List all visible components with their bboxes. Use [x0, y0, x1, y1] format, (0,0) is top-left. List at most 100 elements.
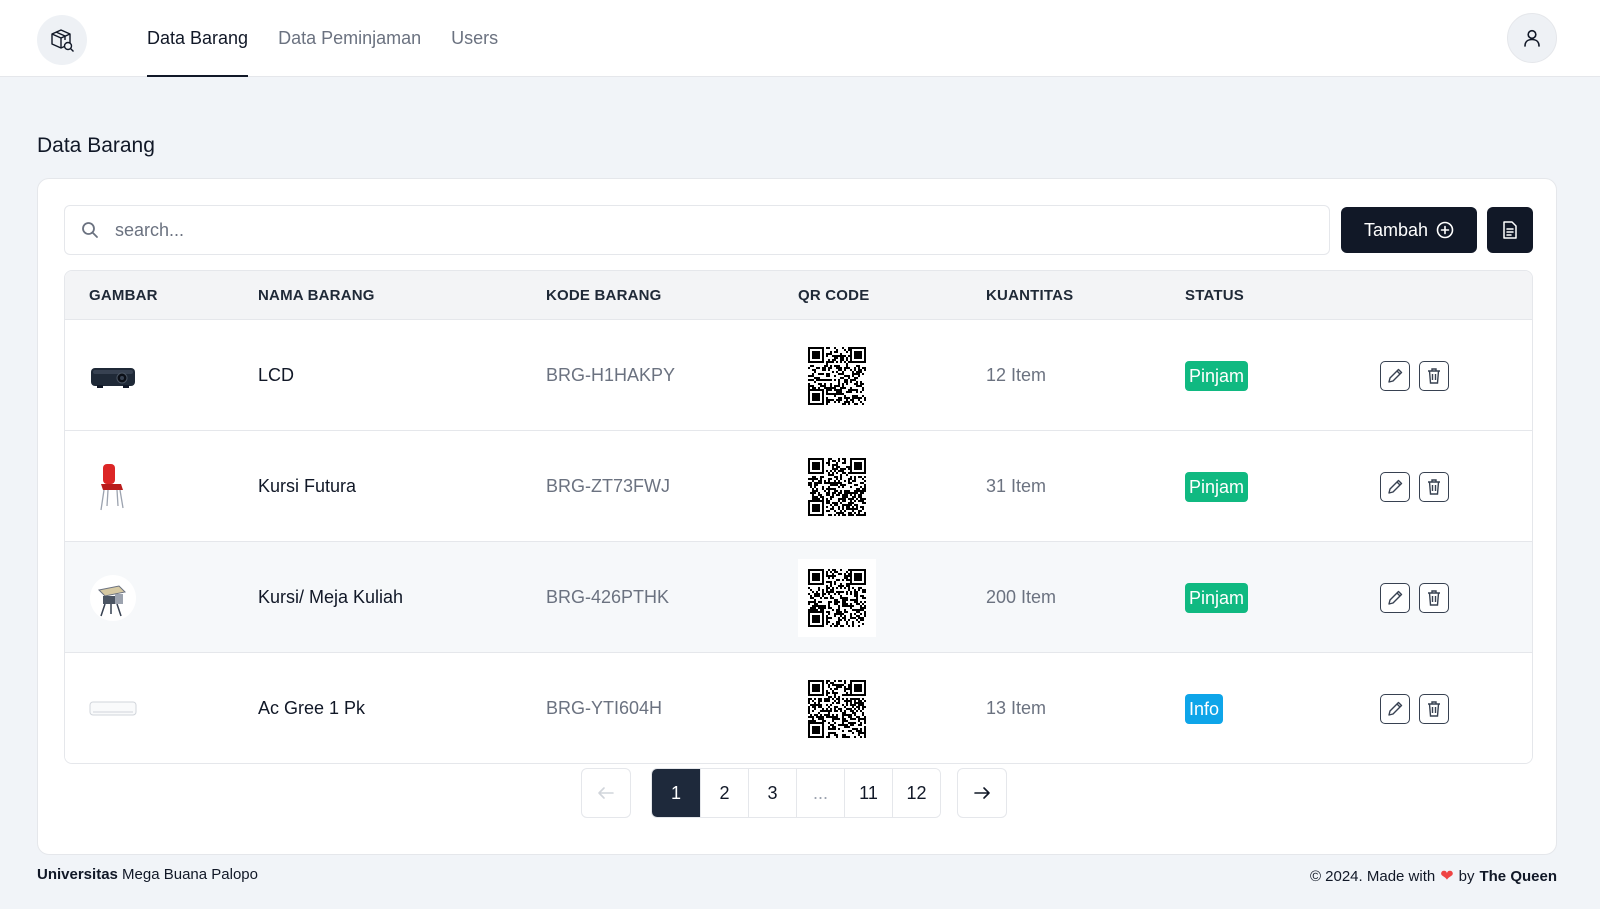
edit-button[interactable] — [1380, 693, 1410, 724]
item-quantity: 12 Item — [986, 365, 1047, 385]
air-conditioner-image — [89, 701, 137, 715]
qr-code-image — [808, 346, 866, 405]
pencil-icon — [1388, 590, 1403, 605]
trash-icon — [1428, 700, 1440, 717]
pencil-icon — [1388, 368, 1403, 383]
page-button-2[interactable]: 2 — [700, 769, 748, 817]
item-name: LCD — [258, 365, 295, 385]
page-button-11[interactable]: 11 — [844, 769, 892, 817]
item-status: Pinjam — [1185, 431, 1249, 542]
table-row: Kursi Futura BRG-ZT73FWJ 31 Item Pinjam — [65, 431, 1532, 542]
item-status: Pinjam — [1185, 542, 1249, 653]
export-report-button[interactable] — [1487, 207, 1533, 253]
items-table: GAMBAR NAMA BARANG KODE BARANG QR CODE K… — [64, 270, 1533, 764]
add-item-button[interactable]: Tambah — [1341, 207, 1477, 253]
add-item-label: Tambah — [1363, 219, 1429, 240]
trash-icon — [1428, 589, 1440, 606]
pencil-icon — [1388, 479, 1403, 494]
row-actions — [1380, 320, 1449, 431]
item-code: BRG-ZT73FWJ — [546, 476, 670, 496]
delete-button[interactable] — [1419, 471, 1449, 502]
row-actions — [1380, 431, 1449, 542]
page-ellipsis: ... — [796, 769, 844, 817]
status-badge: Info — [1185, 693, 1224, 724]
heart-icon: ❤ — [1440, 868, 1454, 885]
item-code: BRG-H1HAKPY — [546, 365, 676, 385]
page-button-3[interactable]: 3 — [748, 769, 796, 817]
item-image — [89, 431, 137, 542]
page-title: Data Barang — [37, 134, 155, 157]
item-quantity: 31 Item — [986, 476, 1047, 496]
col-status: STATUS — [1185, 287, 1244, 304]
item-code: BRG-YTI604H — [546, 698, 663, 718]
table-row: LCD BRG-H1HAKPY 12 Item Pinjam — [65, 320, 1532, 431]
page-numbers: 1 2 3 ... 11 12 — [651, 768, 941, 818]
item-name: Kursi Futura — [258, 476, 357, 496]
projector-image — [91, 367, 135, 388]
arrow-right-icon — [974, 787, 990, 799]
status-badge: Pinjam — [1185, 360, 1249, 391]
table-header: GAMBAR NAMA BARANG KODE BARANG QR CODE K… — [65, 271, 1532, 320]
footer-by: by — [1458, 867, 1475, 885]
col-kode-barang: KODE BARANG — [546, 287, 662, 304]
delete-button[interactable] — [1419, 693, 1449, 724]
item-quantity: 200 Item — [986, 587, 1057, 607]
arrow-left-icon — [598, 787, 614, 799]
col-kuantitas: KUANTITAS — [986, 287, 1074, 304]
nav-data-peminjaman[interactable]: Data Peminjaman — [278, 0, 421, 77]
status-badge: Pinjam — [1185, 471, 1249, 502]
app-logo[interactable] — [37, 15, 87, 65]
page-button-1[interactable]: 1 — [652, 769, 700, 817]
nav-data-barang[interactable]: Data Barang — [147, 0, 249, 77]
item-qr — [798, 653, 876, 763]
col-gambar: GAMBAR — [89, 287, 158, 304]
item-qr — [798, 320, 876, 431]
status-badge: Pinjam — [1185, 582, 1249, 613]
pagination: 1 2 3 ... 11 12 — [38, 768, 1558, 818]
item-qr — [798, 542, 876, 653]
search-icon — [82, 222, 98, 238]
plus-circle-icon — [1436, 221, 1454, 239]
items-card: Tambah GAMBAR NAMA BARANG KODE BARANG QR… — [37, 178, 1557, 855]
qr-code-image — [808, 679, 866, 738]
col-qr-code: QR CODE — [798, 287, 870, 304]
row-actions — [1380, 653, 1449, 763]
trash-icon — [1428, 367, 1440, 384]
item-name: Kursi/ Meja Kuliah — [258, 587, 404, 607]
delete-button[interactable] — [1419, 582, 1449, 613]
next-page-button[interactable] — [957, 768, 1007, 818]
qr-code-image — [808, 457, 866, 516]
item-code: BRG-426PTHK — [546, 587, 670, 607]
top-navbar: Data Barang Data Peminjaman Users — [0, 0, 1600, 77]
user-icon — [1524, 29, 1540, 47]
table-row: Ac Gree 1 Pk BRG-YTI604H 13 Item Info — [65, 653, 1532, 763]
document-icon — [1503, 221, 1517, 239]
edit-button[interactable] — [1380, 471, 1410, 502]
search-box — [64, 205, 1330, 255]
edit-button[interactable] — [1380, 582, 1410, 613]
table-row: Kursi/ Meja Kuliah BRG-426PTHK 200 Item … — [65, 542, 1532, 653]
item-image — [89, 320, 137, 431]
red-chair-image — [100, 463, 124, 510]
qr-code-image — [808, 568, 866, 627]
footer-university-rest: Mega Buana Palopo — [122, 866, 258, 883]
pencil-icon — [1388, 701, 1403, 716]
item-name: Ac Gree 1 Pk — [258, 698, 366, 718]
footer-author: The Queen — [1479, 867, 1557, 885]
user-menu-button[interactable] — [1507, 13, 1557, 63]
footer-credit: © 2024. Made with ❤ by The Queen — [1310, 866, 1557, 886]
item-status: Info — [1185, 653, 1224, 763]
delete-button[interactable] — [1419, 360, 1449, 391]
item-status: Pinjam — [1185, 320, 1249, 431]
item-image — [89, 542, 137, 653]
search-input[interactable] — [115, 206, 1315, 254]
col-nama-barang: NAMA BARANG — [258, 287, 375, 304]
nav-users[interactable]: Users — [451, 0, 498, 77]
edit-button[interactable] — [1380, 360, 1410, 391]
page-button-12[interactable]: 12 — [892, 769, 940, 817]
box-search-icon — [51, 29, 74, 52]
item-quantity: 13 Item — [986, 698, 1047, 718]
footer-copyright: © 2024. Made with — [1309, 867, 1436, 885]
item-image — [89, 653, 137, 763]
prev-page-button[interactable] — [581, 768, 631, 818]
